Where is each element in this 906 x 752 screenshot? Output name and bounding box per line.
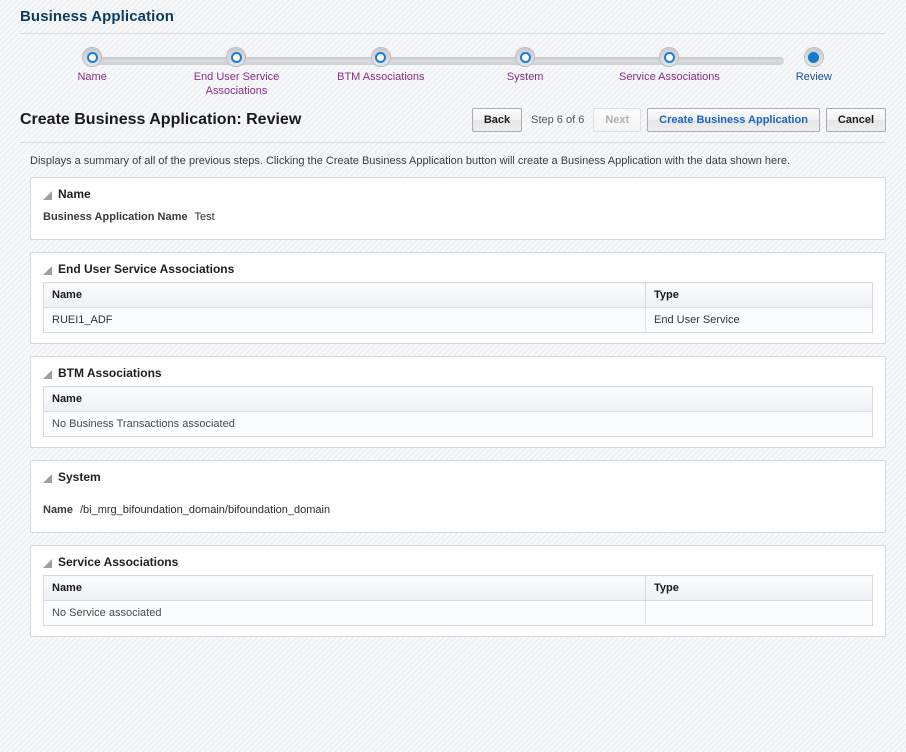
back-button[interactable]: Back xyxy=(472,108,522,132)
system-name-row: Name /bi_mrg_bifoundation_domain/bifound… xyxy=(43,490,873,522)
panel-title: BTM Associations xyxy=(58,366,162,380)
disclosure-triangle-icon[interactable] xyxy=(43,559,52,568)
page-title: Create Business Application: Review xyxy=(20,111,301,129)
table-header-row: Name Type xyxy=(44,576,873,601)
cancel-button[interactable]: Cancel xyxy=(826,108,886,132)
table-header-row: Name xyxy=(44,387,873,412)
train-stop-label: End User Service Associations xyxy=(164,70,308,98)
panel-title: System xyxy=(58,470,101,484)
train-stop-dot-icon xyxy=(83,48,101,66)
column-header-type[interactable]: Type xyxy=(646,283,873,308)
panel-btm-associations: BTM Associations Name No Business Transa… xyxy=(30,356,886,448)
system-name-value: /bi_mrg_bifoundation_domain/bifoundation… xyxy=(80,504,330,516)
train-stop-label: BTM Associations xyxy=(309,70,453,84)
service-associations-table: Name Type No Service associated xyxy=(43,575,873,626)
panel-body-service-associations: Name Type No Service associated xyxy=(31,575,885,636)
panel-title: End User Service Associations xyxy=(58,262,234,276)
train-stop-dot-icon xyxy=(516,48,534,66)
column-header-name[interactable]: Name xyxy=(44,387,873,412)
page-title-bar: Create Business Application: Review Back… xyxy=(0,102,906,142)
panel-header-system[interactable]: System xyxy=(31,461,885,490)
empty-message: No Business Transactions associated xyxy=(44,412,873,437)
panel-service-associations: Service Associations Name Type No Servic… xyxy=(30,545,886,637)
panel-header-service-associations[interactable]: Service Associations xyxy=(31,546,885,575)
business-application-name-label: Business Application Name xyxy=(43,211,187,223)
btm-associations-table: Name No Business Transactions associated xyxy=(43,386,873,437)
column-header-name[interactable]: Name xyxy=(44,283,646,308)
business-application-name-value: Test xyxy=(194,211,214,223)
panel-header-btm-associations[interactable]: BTM Associations xyxy=(31,357,885,386)
panel-header-end-user-service-associations[interactable]: End User Service Associations xyxy=(31,253,885,282)
panel-name: Name Business Application Name Test xyxy=(30,177,886,240)
header-divider xyxy=(20,33,886,34)
cell-type xyxy=(646,601,873,626)
panel-body-name: Business Application Name Test xyxy=(31,207,885,239)
column-header-name[interactable]: Name xyxy=(44,576,646,601)
table-row[interactable]: RUEI1_ADF End User Service xyxy=(44,308,873,333)
table-header-row: Name Type xyxy=(44,283,873,308)
panel-title: Name xyxy=(58,187,91,201)
step-indicator: Step 6 of 6 xyxy=(528,114,587,126)
panel-end-user-service-associations: End User Service Associations Name Type … xyxy=(30,252,886,344)
train-stop-dot-icon xyxy=(227,48,245,66)
train-stop-btm-associations[interactable]: BTM Associations xyxy=(309,44,453,98)
train-stop-end-user-service-associations[interactable]: End User Service Associations xyxy=(164,44,308,98)
disclosure-triangle-icon[interactable] xyxy=(43,191,52,200)
panel-body-end-user-service-associations: Name Type RUEI1_ADF End User Service xyxy=(31,282,885,343)
end-user-service-associations-table: Name Type RUEI1_ADF End User Service xyxy=(43,282,873,333)
train-stop-dot-icon xyxy=(805,48,823,66)
disclosure-triangle-icon[interactable] xyxy=(43,370,52,379)
next-button: Next xyxy=(593,108,641,132)
table-row: No Service associated xyxy=(44,601,873,626)
business-application-name-row: Business Application Name Test xyxy=(43,207,873,229)
empty-message: No Service associated xyxy=(44,601,646,626)
create-business-application-button[interactable]: Create Business Application xyxy=(647,108,820,132)
train-stop-dot-icon xyxy=(660,48,678,66)
disclosure-triangle-icon[interactable] xyxy=(43,474,52,483)
system-name-label: Name xyxy=(43,504,73,516)
wizard-train: Name End User Service Associations BTM A… xyxy=(0,44,906,102)
disclosure-triangle-icon[interactable] xyxy=(43,266,52,275)
cell-name: RUEI1_ADF xyxy=(44,308,646,333)
panel-body-btm-associations: Name No Business Transactions associated xyxy=(31,386,885,447)
wizard-toolbar: Back Step 6 of 6 Next Create Business Ap… xyxy=(472,108,886,132)
train-stop-label: Service Associations xyxy=(597,70,741,84)
app-title: Business Application xyxy=(20,8,906,25)
page-instruction: Displays a summary of all of the previou… xyxy=(0,143,906,177)
table-row: No Business Transactions associated xyxy=(44,412,873,437)
panel-title: Service Associations xyxy=(58,555,178,569)
train-stop-label: System xyxy=(453,70,597,84)
train-stop-system[interactable]: System xyxy=(453,44,597,98)
train-stop-review[interactable]: Review xyxy=(742,44,886,98)
train-stop-label: Name xyxy=(20,70,164,84)
train-stop-dot-icon xyxy=(372,48,390,66)
train-stop-label: Review xyxy=(742,70,886,84)
panel-system: System Name /bi_mrg_bifoundation_domain/… xyxy=(30,460,886,533)
train-stop-name[interactable]: Name xyxy=(20,44,164,98)
cell-type: End User Service xyxy=(646,308,873,333)
panel-body-system: Name /bi_mrg_bifoundation_domain/bifound… xyxy=(31,490,885,532)
train-stop-service-associations[interactable]: Service Associations xyxy=(597,44,741,98)
app-header: Business Application xyxy=(0,0,906,31)
column-header-type[interactable]: Type xyxy=(646,576,873,601)
panel-header-name[interactable]: Name xyxy=(31,178,885,207)
